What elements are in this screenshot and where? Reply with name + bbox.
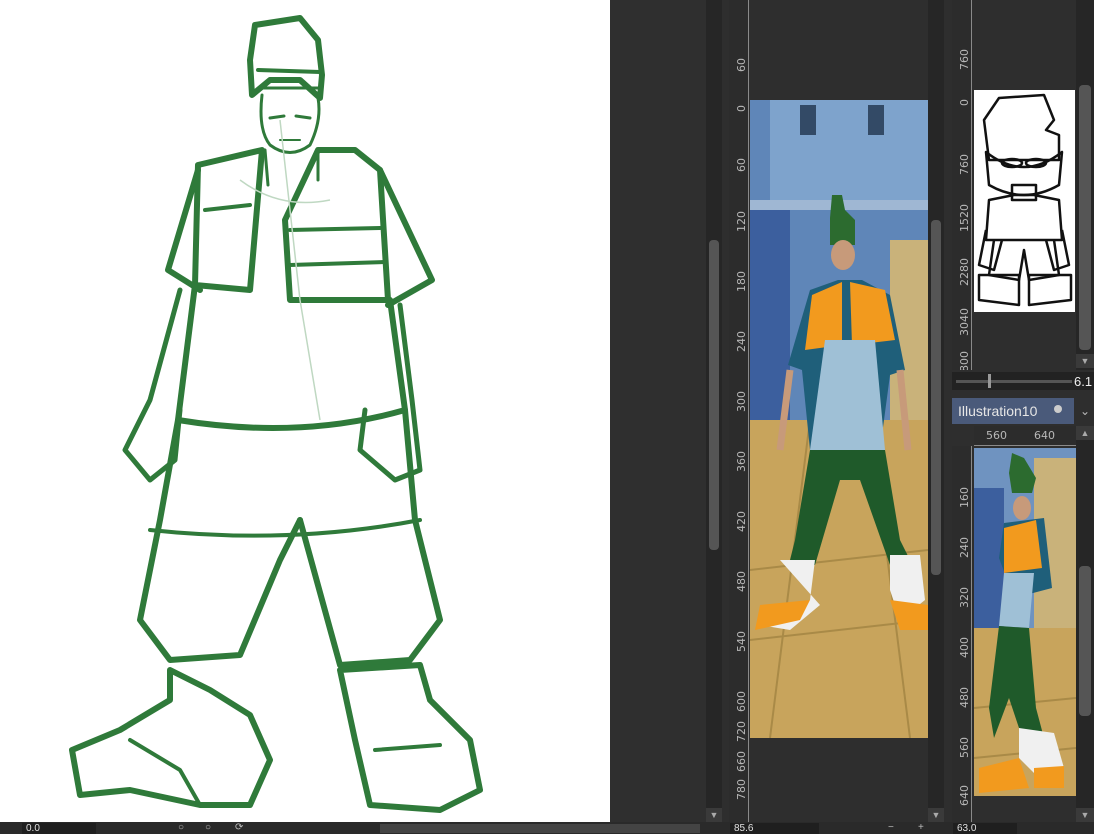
ruler-label: 300: [735, 391, 748, 412]
tab-modified-dot: [1054, 405, 1062, 413]
ruler-label: 760: [958, 154, 971, 175]
zoom-out-icon[interactable]: ○: [178, 823, 184, 833]
ruler-label: 780: [735, 779, 748, 800]
scroll-down-icon[interactable]: ▼: [1076, 808, 1094, 822]
ruler-label: 540: [735, 631, 748, 652]
ruler-label: 800: [958, 351, 971, 370]
ruler-label: 560: [958, 737, 971, 758]
side-zoom-field[interactable]: 63.0: [953, 823, 1017, 834]
scroll-up-icon[interactable]: ▲: [1076, 426, 1094, 440]
ruler-label: 240: [735, 331, 748, 352]
ruler-label: 360: [735, 451, 748, 472]
ruler-label: 660: [735, 751, 748, 772]
character-front-render: [750, 100, 928, 738]
ruler-label: 1520: [958, 204, 971, 232]
scrollbar-thumb[interactable]: [1079, 85, 1091, 350]
ruler-label: 480: [735, 571, 748, 592]
reference-image-front[interactable]: [750, 100, 928, 738]
ruler-label: 560: [986, 429, 1007, 442]
sketch-drawing: [69, 15, 483, 813]
ruler-label: 600: [735, 691, 748, 712]
panel-background: [610, 0, 706, 822]
chevron-down-icon[interactable]: ⌄: [1076, 400, 1094, 422]
ruler-label: 420: [735, 511, 748, 532]
chibi-sketch-preview: [977, 93, 1073, 307]
scroll-down-icon[interactable]: ▼: [928, 808, 944, 822]
ruler-label: 120: [735, 211, 748, 232]
zoom-plus-icon[interactable]: +: [918, 823, 924, 833]
ruler-label: 2280: [958, 258, 971, 286]
rotate-icon[interactable]: ⟳: [235, 823, 243, 833]
ruler-label: 0: [958, 99, 971, 106]
horizontal-scrollbar[interactable]: [380, 824, 700, 833]
navigator-vertical-scrollbar[interactable]: ▼: [1076, 0, 1094, 370]
scrollbar-thumb[interactable]: [1079, 566, 1091, 716]
side-vertical-scrollbar[interactable]: ▲ ▼: [1076, 426, 1094, 822]
navigator-preview[interactable]: [974, 90, 1075, 312]
tab-illustration[interactable]: Illustration10: [952, 398, 1074, 424]
zoom-in-icon[interactable]: ○: [205, 823, 211, 833]
ruler-label: 640: [958, 785, 971, 806]
side-vertical-ruler: 160 240 320 400 480 560 640: [952, 446, 972, 822]
navigator-vertical-ruler: 760 0 760 1520 2280 3040 800: [952, 0, 972, 370]
ruler-label: 180: [735, 271, 748, 292]
vertical-ruler-front: 60 0 60 120 180 240 300 360 420 480 540 …: [729, 0, 749, 822]
scroll-down-icon[interactable]: ▼: [706, 808, 722, 822]
main-canvas[interactable]: [0, 0, 610, 822]
main-vertical-scrollbar[interactable]: ▼: [706, 0, 722, 822]
reference-image-side[interactable]: [974, 448, 1076, 796]
zoom-slider-track[interactable]: [956, 380, 1072, 383]
side-horizontal-ruler: 560 640: [974, 426, 1076, 446]
ruler-label: 400: [958, 637, 971, 658]
ruler-label: 760: [958, 49, 971, 70]
tab-label: Illustration10: [958, 403, 1038, 419]
character-side-render: [974, 448, 1076, 796]
ruler-label: 240: [958, 537, 971, 558]
front-vertical-scrollbar[interactable]: ▼: [928, 0, 944, 822]
ruler-label: 60: [735, 58, 748, 72]
scrollbar-thumb[interactable]: [931, 220, 941, 575]
ruler-label: 160: [958, 487, 971, 508]
main-zoom-field[interactable]: 0.0: [22, 823, 96, 834]
ruler-label: 720: [735, 721, 748, 742]
ruler-label: 320: [958, 587, 971, 608]
zoom-minus-icon[interactable]: −: [888, 823, 894, 833]
ruler-label: 3040: [958, 308, 971, 336]
scroll-down-icon[interactable]: ▼: [1076, 354, 1094, 368]
ruler-label: 60: [735, 158, 748, 172]
navigator-zoom-value: 6.1: [1074, 374, 1093, 389]
front-zoom-field[interactable]: 85.6: [730, 823, 819, 834]
ruler-label: 0: [735, 105, 748, 112]
zoom-slider-handle[interactable]: [988, 374, 991, 388]
navigator-zoom-bar[interactable]: 6.1: [952, 372, 1094, 390]
status-bar: 0.0 ○ ○ ⟳ 85.6 − + 63.0: [0, 822, 1094, 834]
ruler-label: 640: [1034, 429, 1055, 442]
scrollbar-thumb[interactable]: [709, 240, 719, 550]
ruler-label: 480: [958, 687, 971, 708]
